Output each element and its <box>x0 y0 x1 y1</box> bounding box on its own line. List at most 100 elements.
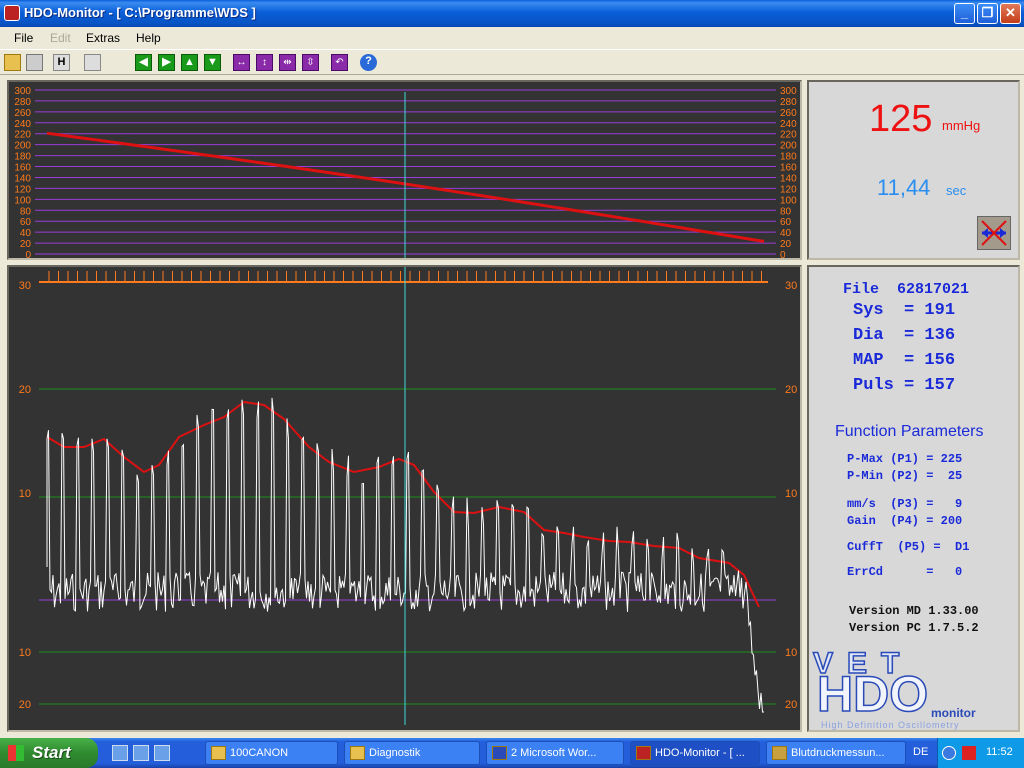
zoom-x-out-icon[interactable]: ⇹ <box>279 54 296 71</box>
pressure-tick-label-left: 200 <box>14 141 31 152</box>
version-pc: Version PC 1.7.5.2 <box>849 621 979 635</box>
pressure-tick-label-left: 260 <box>14 108 31 119</box>
vet-hdo-monitor-logo: VET HDO monitor High Definition Oscillom… <box>812 646 976 730</box>
pressure-tick-label-right: 220 <box>780 130 797 141</box>
oscillation-label-right: 10 <box>785 647 797 659</box>
title-bar[interactable]: HDO-Monitor - [ C:\Programme\WDS ] _ ❐ ✕ <box>0 0 1024 27</box>
windows-logo-icon <box>8 745 24 761</box>
svg-text:HDO: HDO <box>817 666 928 722</box>
folder-icon <box>350 746 365 760</box>
pressure-tick-label-right: 260 <box>780 108 797 119</box>
minimize-button[interactable]: _ <box>954 3 975 24</box>
oscillation-label-left: 10 <box>19 488 31 500</box>
stop-icon[interactable] <box>84 54 101 71</box>
pressure-tick-label-right: 180 <box>780 152 797 163</box>
task-diagnostik[interactable]: Diagnostik <box>344 741 480 765</box>
oscillation-label-right: 30 <box>785 280 797 292</box>
pressure-tick-label-left: 120 <box>14 184 31 195</box>
task-blutdruckmessung[interactable]: Blutdruckmessun... <box>766 741 906 765</box>
undo-icon[interactable]: ↶ <box>331 54 348 71</box>
folder-icon <box>211 746 226 760</box>
pressure-tick-label-right: 280 <box>780 97 797 108</box>
taskbar: Start 100CANON Diagnostik 2 Microsoft Wo… <box>0 738 1024 768</box>
zoom-y-out-icon[interactable]: ⇳ <box>302 54 319 71</box>
menu-bar: File Edit Extras Help <box>0 27 1024 48</box>
oscillation-label-left: 30 <box>19 280 31 292</box>
time-value: 11,44 <box>877 175 931 200</box>
pressure-tick-label-right: 160 <box>780 163 797 174</box>
task-word[interactable]: 2 Microsoft Wor... <box>486 741 624 765</box>
pressure-tick-label-left: 160 <box>14 163 31 174</box>
time-unit: sec <box>946 183 967 198</box>
window-title: HDO-Monitor - [ C:\Programme\WDS ] <box>24 5 256 20</box>
close-button[interactable]: ✕ <box>1000 3 1021 24</box>
pressure-tick-label-left: 20 <box>20 239 32 250</box>
menu-extras[interactable]: Extras <box>86 31 120 45</box>
task-hdo-monitor[interactable]: HDO-Monitor - [ ... <box>630 741 760 765</box>
param-pmin: P-Min (P2) = 25 <box>847 469 963 483</box>
oscillation-label-right: 20 <box>785 699 797 711</box>
zoom-y-in-icon[interactable]: ↕ <box>256 54 273 71</box>
help-icon[interactable]: ? <box>360 54 377 71</box>
pressure-chart[interactable]: 300 300 280 280 260 260 240 240 220 220 200 200 180 1… <box>7 80 802 261</box>
map-value: MAP = 156 <box>853 351 956 370</box>
param-pmax: P-Max (P1) = 225 <box>847 452 963 466</box>
clock: 11:52 <box>986 746 1013 758</box>
oscillation-label-right: 10 <box>785 488 797 500</box>
app-window: HDO-Monitor - [ C:\Programme\WDS ] _ ❐ ✕… <box>0 0 1024 738</box>
task-100canon[interactable]: 100CANON <box>205 741 338 765</box>
cuff-disconnected-icon[interactable] <box>977 216 1011 250</box>
pressure-tick-label-right: 300 <box>780 86 797 97</box>
svg-text:monitor: monitor <box>931 706 976 720</box>
sys-value: Sys = 191 <box>853 301 956 320</box>
app-icon[interactable] <box>4 5 20 21</box>
pressure-tick-label-left: 40 <box>20 228 32 239</box>
zoom-x-in-icon[interactable]: ↔ <box>233 54 250 71</box>
arrow-up-icon[interactable]: ▲ <box>181 54 198 71</box>
arrow-down-icon[interactable]: ▼ <box>204 54 221 71</box>
results-panel: File 62817021 Sys = 191 Dia = 136 MAP = … <box>807 265 1020 732</box>
cuff-symbol-svg <box>981 220 1007 246</box>
pressure-tick-label-left: 180 <box>14 152 31 163</box>
oscillation-label-left: 20 <box>19 699 31 711</box>
puls-value: Puls = 157 <box>853 376 956 395</box>
svg-text:High Definition Oscillometry: High Definition Oscillometry <box>821 720 960 730</box>
quicklaunch-icon-3[interactable] <box>154 745 170 761</box>
pressure-tick-label-left: 280 <box>14 97 31 108</box>
tray-arrow-icon[interactable] <box>942 746 956 760</box>
live-readout-panel: 125 mmHg 11,44 sec <box>807 80 1020 260</box>
arrow-right-icon[interactable]: ▶ <box>158 54 175 71</box>
pressure-unit: mmHg <box>942 118 981 133</box>
language-indicator[interactable]: DE <box>913 746 928 758</box>
pressure-value: 125 <box>869 98 933 140</box>
pressure-chart-svg: 300 300280 280260 260240 240220 220200 200180 1… <box>14 86 797 261</box>
restore-button[interactable]: ❐ <box>977 3 998 24</box>
print-icon[interactable] <box>26 54 43 71</box>
pressure-tick-label-right: 80 <box>780 206 792 217</box>
open-folder-icon[interactable] <box>4 54 21 71</box>
param-errcd: ErrCd = 0 <box>847 565 963 579</box>
h-button[interactable]: H <box>53 54 70 71</box>
hdo-app-icon <box>636 746 651 760</box>
pressure-tick-label-left: 140 <box>14 173 31 184</box>
param-speed: mm/s (P3) = 9 <box>847 497 963 511</box>
tray-app-icon[interactable] <box>962 746 976 760</box>
menu-edit[interactable]: Edit <box>50 31 71 45</box>
pressure-tick-label-right: 0 <box>780 250 786 258</box>
oscillation-label-left: 10 <box>19 647 31 659</box>
start-button[interactable]: Start <box>0 738 98 768</box>
pressure-tick-label-right: 100 <box>780 195 797 206</box>
toolbar: H ◀ ▶ ▲ ▼ ↔ ↕ ⇹ ⇳ ↶ ? <box>0 49 1024 75</box>
pressure-tick-label-left: 100 <box>14 195 31 206</box>
document-icon <box>772 746 787 760</box>
oscillation-chart[interactable]: 30 20 10 10 20 30 20 10 10 20 <box>7 265 802 732</box>
menu-file[interactable]: File <box>14 31 33 45</box>
quicklaunch-icon-1[interactable] <box>112 745 128 761</box>
menu-help[interactable]: Help <box>136 31 161 45</box>
pressure-tick-label-right: 200 <box>780 141 797 152</box>
quicklaunch-icon-2[interactable] <box>133 745 149 761</box>
pressure-tick-label-right: 120 <box>780 184 797 195</box>
arrow-left-icon[interactable]: ◀ <box>135 54 152 71</box>
pressure-tick-label-left: 240 <box>14 119 31 130</box>
version-md: Version MD 1.33.00 <box>849 604 979 618</box>
